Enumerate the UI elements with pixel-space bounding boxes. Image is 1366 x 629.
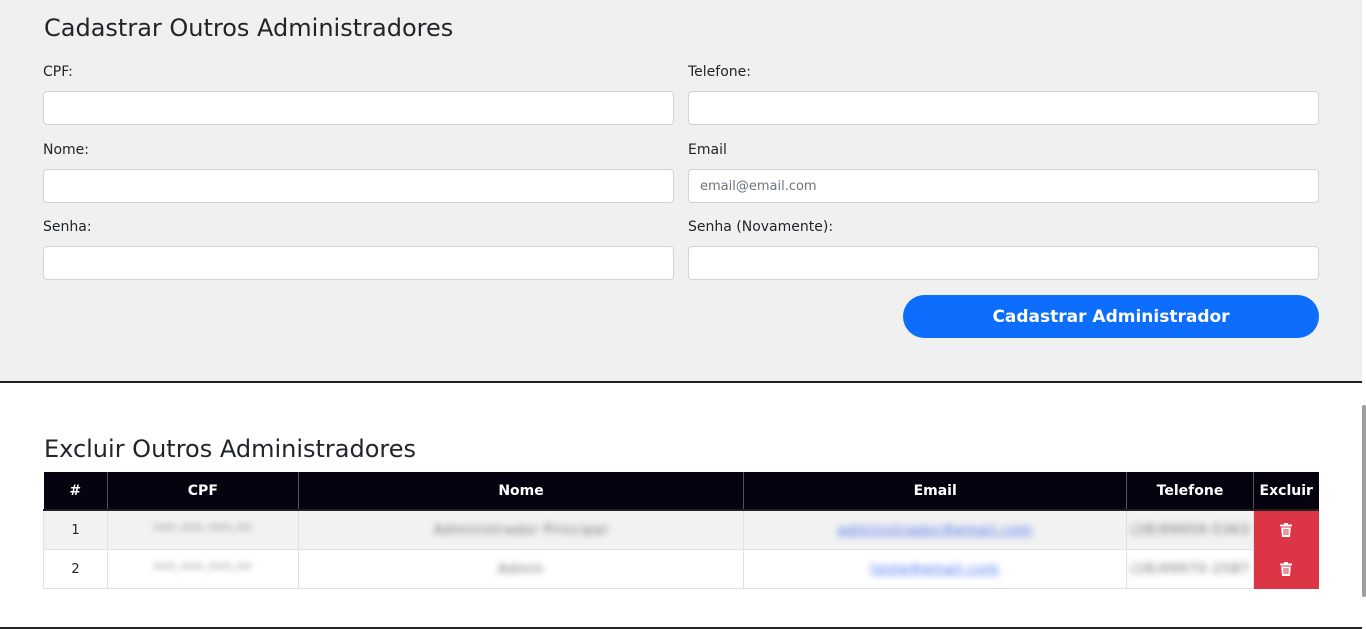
- table-row: 2 ***.***.***-** Admin teste@email.com (…: [43, 549, 1320, 589]
- nome-input[interactable]: [43, 169, 674, 203]
- telefone-label: Telefone:: [688, 64, 751, 80]
- cpf-value: ***.***.***-**: [153, 561, 253, 577]
- email-link[interactable]: teste@email.com: [871, 562, 1000, 577]
- row-email: administrador@email.com: [743, 509, 1128, 550]
- table-row: 1 ***.***.***-** Administrador Principal…: [43, 509, 1320, 550]
- senha-input[interactable]: [43, 246, 674, 280]
- column-header-telefone: Telefone: [1126, 472, 1254, 511]
- register-title: Cadastrar Outros Administradores: [44, 14, 454, 42]
- trash-icon: [1279, 562, 1292, 576]
- cpf-input[interactable]: [43, 91, 674, 125]
- telefone-input[interactable]: [688, 91, 1319, 125]
- row-cpf: ***.***.***-**: [106, 549, 299, 589]
- column-header-excluir: Excluir: [1253, 472, 1319, 511]
- table-header-row: # CPF Nome Email Telefone Excluir: [43, 472, 1319, 511]
- senha-novamente-label: Senha (Novamente):: [688, 219, 834, 235]
- admins-table: # CPF Nome Email Telefone Excluir 1 ***.…: [43, 472, 1320, 589]
- row-nome: Admin: [297, 549, 745, 589]
- row-index: 2: [43, 549, 108, 589]
- row-email: teste@email.com: [743, 549, 1128, 589]
- nome-value: Admin: [497, 561, 545, 577]
- column-header-cpf: CPF: [107, 472, 299, 511]
- email-label: Email: [688, 142, 727, 158]
- telefone-value: (28)99959-5363: [1130, 522, 1250, 538]
- senha-novamente-input[interactable]: [688, 246, 1319, 280]
- trash-icon: [1279, 523, 1292, 537]
- register-panel: Cadastrar Outros Administradores CPF: Te…: [0, 0, 1362, 383]
- delete-admin-button[interactable]: [1253, 550, 1318, 588]
- row-excluir: [1252, 509, 1320, 550]
- row-index: 1: [43, 509, 108, 550]
- email-input[interactable]: [688, 169, 1319, 203]
- row-telefone: (28)99970-2587: [1126, 549, 1254, 589]
- column-header-index: #: [43, 472, 108, 511]
- row-telefone: (28)99959-5363: [1126, 509, 1254, 550]
- delete-section-title: Excluir Outros Administradores: [44, 435, 417, 463]
- delete-admin-button[interactable]: [1253, 511, 1318, 549]
- cadastrar-administrador-button[interactable]: Cadastrar Administrador: [903, 295, 1319, 338]
- nome-label: Nome:: [43, 142, 90, 158]
- row-excluir: [1252, 549, 1320, 589]
- cpf-label: CPF:: [43, 64, 73, 80]
- nome-value: Administrador Principal: [433, 522, 609, 538]
- senha-label: Senha:: [43, 219, 92, 235]
- column-header-email: Email: [743, 472, 1128, 511]
- row-cpf: ***.***.***-**: [106, 509, 299, 550]
- page-scrollbar[interactable]: [1362, 405, 1366, 597]
- row-nome: Administrador Principal: [297, 509, 745, 550]
- email-link[interactable]: administrador@email.com: [838, 523, 1033, 538]
- telefone-value: (28)99970-2587: [1130, 561, 1250, 577]
- column-header-nome: Nome: [298, 472, 745, 511]
- cpf-value: ***.***.***-**: [153, 522, 253, 538]
